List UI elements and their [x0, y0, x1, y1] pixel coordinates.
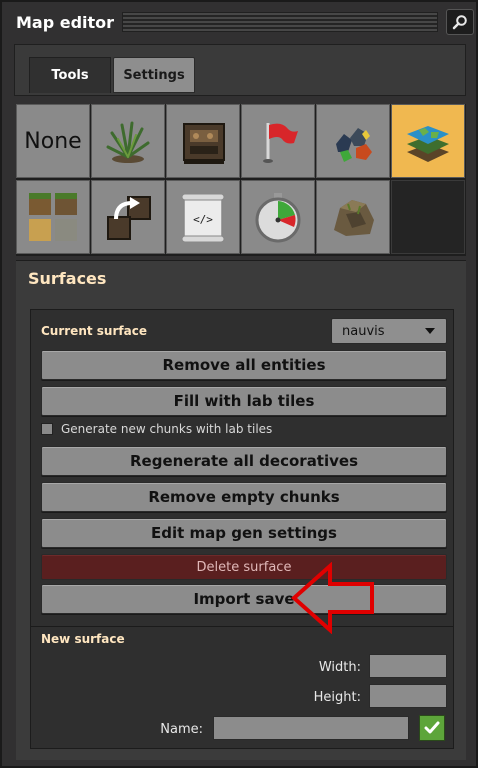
tool-surfaces-button[interactable]	[391, 104, 465, 178]
tab-tools[interactable]: Tools	[29, 57, 111, 93]
current-surface-label: Current surface	[41, 324, 147, 338]
tool-entities-button[interactable]	[166, 104, 240, 178]
tool-time-button[interactable]	[241, 180, 315, 254]
stopwatch-icon	[255, 193, 301, 243]
surfaces-inner-panel: Current surface nauvis Remove all entiti…	[30, 309, 454, 749]
confirm-button[interactable]	[419, 715, 445, 741]
tabs-panel: Tools Settings	[14, 44, 466, 96]
name-input[interactable]	[213, 716, 409, 740]
generate-lab-tiles-checkbox[interactable]	[41, 423, 53, 435]
assembler-icon	[183, 123, 225, 164]
tool-tags-button[interactable]	[241, 104, 315, 178]
tiles-icon	[29, 193, 77, 241]
remove-empty-chunks-button[interactable]: Remove empty chunks	[41, 482, 447, 512]
tool-grid: None </>	[16, 104, 466, 256]
clone-icon	[107, 196, 151, 240]
ore-icon	[336, 128, 372, 162]
edit-map-gen-settings-button[interactable]: Edit map gen settings	[41, 518, 447, 548]
drag-handle[interactable]	[122, 12, 438, 32]
regenerate-decoratives-button[interactable]: Regenerate all decoratives	[41, 446, 447, 476]
height-label: Height:	[313, 690, 361, 705]
fill-lab-tiles-button[interactable]: Fill with lab tiles	[41, 386, 447, 416]
tool-none-button[interactable]: None	[16, 104, 90, 178]
tool-tiles-button[interactable]	[16, 180, 90, 254]
svg-text:</>: </>	[193, 213, 213, 226]
tool-none-label: None	[24, 128, 82, 154]
width-input[interactable]	[369, 654, 447, 678]
rock-icon	[334, 200, 374, 236]
current-surface-dropdown[interactable]: nauvis	[331, 318, 447, 344]
tool-script-button[interactable]: </>	[166, 180, 240, 254]
import-save-button[interactable]: Import save	[41, 584, 447, 614]
generate-lab-tiles-label: Generate new chunks with lab tiles	[61, 422, 273, 436]
script-icon: </>	[181, 193, 225, 243]
name-label: Name:	[160, 722, 203, 737]
tool-empty-slot	[391, 180, 465, 254]
generate-lab-tiles-checkbox-row[interactable]: Generate new chunks with lab tiles	[41, 422, 272, 436]
titlebar[interactable]: Map editor	[6, 6, 474, 38]
tool-clone-button[interactable]	[91, 180, 165, 254]
surfaces-panel: Surfaces Current surface nauvis Remove a…	[16, 260, 466, 760]
tool-decoratives-button[interactable]	[91, 104, 165, 178]
width-label: Width:	[318, 660, 361, 675]
plant-icon	[106, 121, 150, 163]
flag-icon	[263, 123, 298, 163]
height-input[interactable]	[369, 684, 447, 708]
search-button[interactable]	[446, 9, 474, 35]
remove-all-entities-button[interactable]: Remove all entities	[41, 350, 447, 380]
delete-surface-button[interactable]: Delete surface	[41, 554, 447, 580]
section-divider	[31, 626, 453, 627]
search-icon	[452, 15, 467, 30]
tool-cliffs-button[interactable]	[316, 180, 390, 254]
tab-settings[interactable]: Settings	[113, 57, 195, 93]
chevron-down-icon	[425, 328, 435, 334]
surfaces-title: Surfaces	[28, 269, 107, 288]
window-title: Map editor	[16, 12, 115, 32]
checkmark-icon	[424, 721, 440, 734]
map-layers-icon	[407, 126, 449, 162]
new-surface-title: New surface	[41, 632, 125, 646]
annotation-arrow-icon	[290, 562, 374, 634]
tool-resources-button[interactable]	[316, 104, 390, 178]
current-surface-value: nauvis	[342, 323, 385, 339]
map-editor-window: Map editor Tools Settings None </> Surfa…	[0, 0, 478, 768]
